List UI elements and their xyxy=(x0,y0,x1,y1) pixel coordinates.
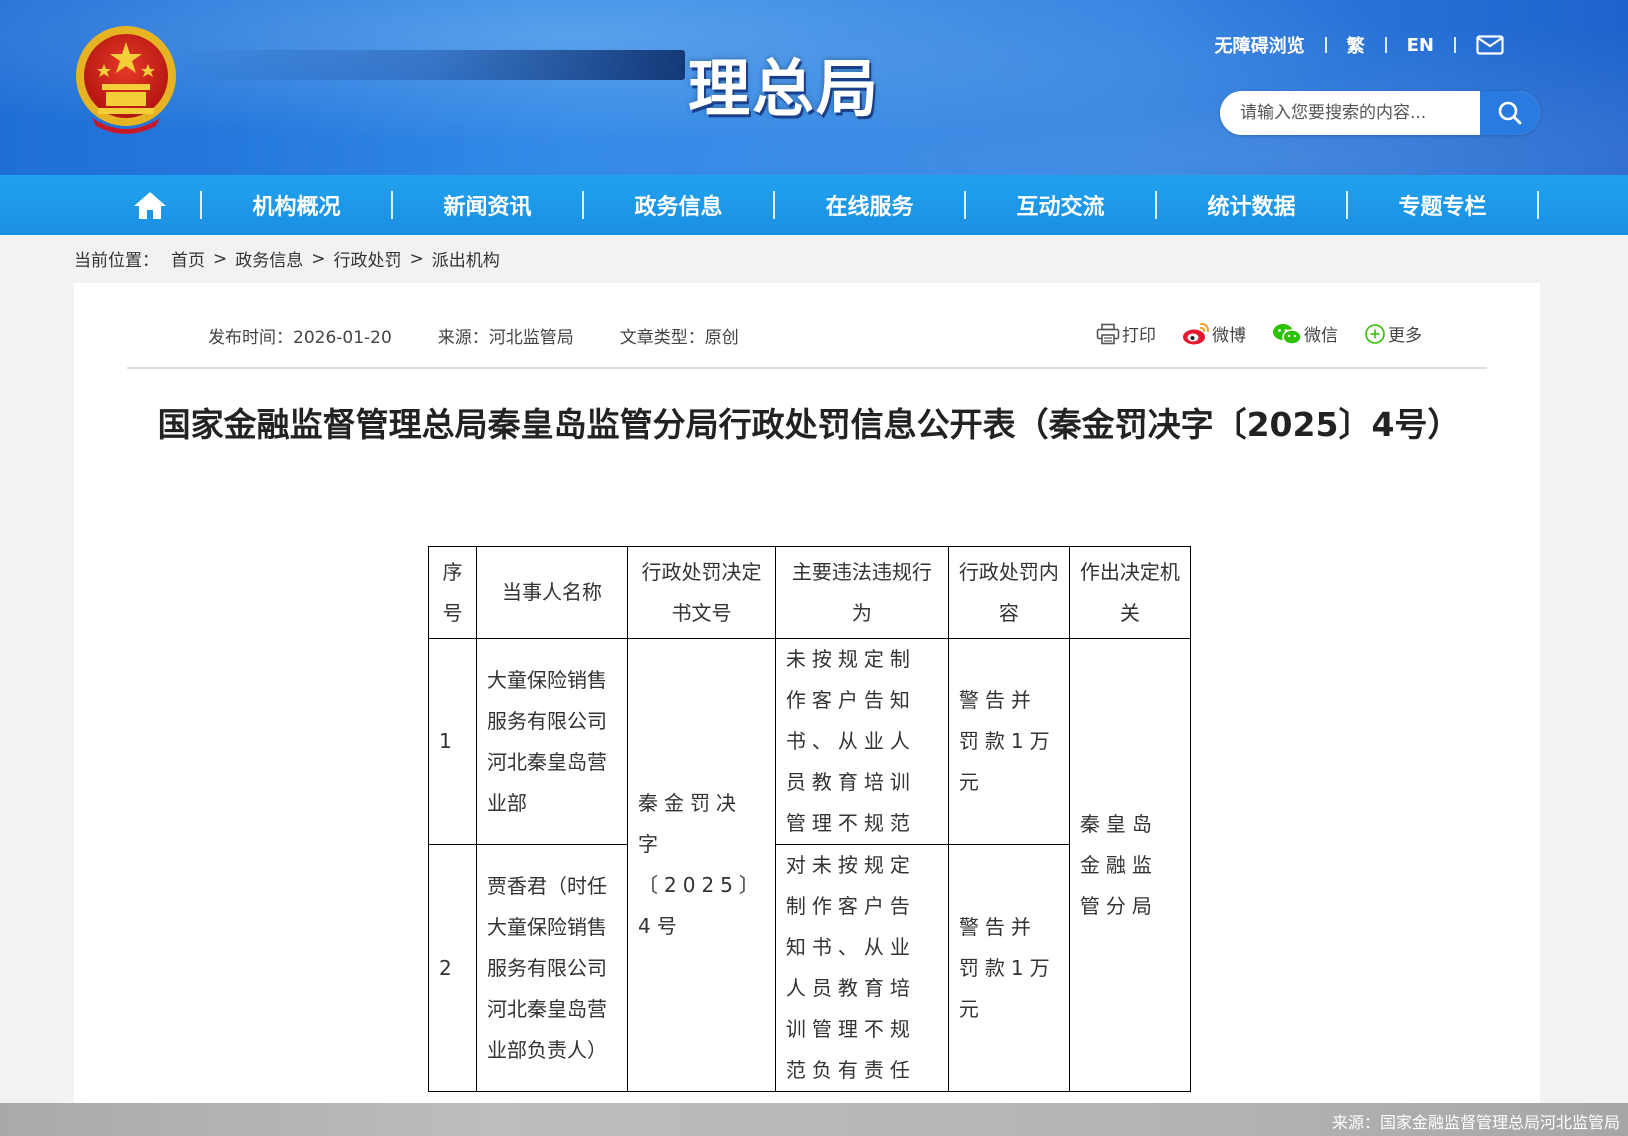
article-title: 国家金融监督管理总局秦皇岛监管分局行政处罚信息公开表（秦金罚决字〔2025〕4号… xyxy=(157,405,1461,444)
row-party-name: 贾香君（时任大童保险销售服务有限公司河北秦皇岛营业部负责人） xyxy=(476,844,628,1092)
table-header-row: 序号 当事人名称 行政处罚决定书文号 主要违法违规行为 行政处罚内容 作出决定机… xyxy=(428,546,1191,639)
national-emblem-icon[interactable] xyxy=(72,22,180,134)
print-label: 打印 xyxy=(1122,326,1156,346)
article-source: 来源：河北监管局 xyxy=(437,328,574,348)
penalty-info-table: 序号 当事人名称 行政处罚决定书文号 主要违法违规行为 行政处罚内容 作出决定机… xyxy=(428,546,1191,1092)
breadcrumb-arrow: > xyxy=(213,248,228,269)
article-type: 文章类型：原创 xyxy=(619,328,739,348)
traditional-chinese-link[interactable]: 繁 xyxy=(1327,32,1385,58)
row-violation: 对未按规定制作客户告知书、从业人员教育培训管理不规范负有责任 xyxy=(774,844,949,1092)
row-seq: 1 xyxy=(428,638,477,845)
more-share-button[interactable]: 更多 xyxy=(1364,321,1422,346)
article-meta: 发布时间：2026-01-20 来源：河北监管局 文章类型：原创 xyxy=(208,323,785,348)
header-authority: 作出决定机关 xyxy=(1068,546,1191,639)
nav-item-government-info[interactable]: 政务信息 xyxy=(584,189,773,221)
nav-item-news[interactable]: 新闻资讯 xyxy=(393,189,582,221)
english-link[interactable]: EN xyxy=(1387,35,1454,56)
weibo-label: 微博 xyxy=(1212,326,1246,346)
row-penalty: 警告并罚款1万元 xyxy=(947,638,1070,845)
wechat-icon xyxy=(1273,323,1302,345)
breadcrumb: 当前位置： 首页 > 政务信息 > 行政处罚 > 派出机构 xyxy=(74,246,500,272)
search-input[interactable] xyxy=(1220,91,1480,135)
header-seq: 序号 xyxy=(428,546,477,639)
site-header: 理总局 无障碍浏览 繁 EN xyxy=(0,0,1628,175)
row-penalty: 警告并罚款1万元 xyxy=(947,844,1070,1092)
row-party-name: 大童保险销售服务有限公司河北秦皇岛营业部 xyxy=(476,638,628,845)
accessibility-link[interactable]: 无障碍浏览 xyxy=(1195,32,1325,58)
home-icon xyxy=(134,192,166,219)
logo-banner-bar xyxy=(175,50,685,80)
header-violation: 主要违法违规行为 xyxy=(774,546,949,639)
meta-divider xyxy=(127,367,1487,369)
footer-source: 来源：国家金融监督管理总局河北监管局 xyxy=(1331,1113,1620,1132)
article-container: 发布时间：2026-01-20 来源：河北监管局 文章类型：原创 打印 微博 微… xyxy=(74,283,1540,1103)
breadcrumb-government-info[interactable]: 政务信息 xyxy=(235,246,303,271)
mail-icon[interactable] xyxy=(1456,35,1504,55)
weibo-share-button[interactable]: 微博 xyxy=(1182,321,1246,346)
printer-icon xyxy=(1096,323,1120,344)
breadcrumb-lead: 当前位置： xyxy=(74,251,159,271)
nav-item-statistics[interactable]: 统计数据 xyxy=(1157,189,1346,221)
breadcrumb-arrow: > xyxy=(311,248,326,269)
row-violation: 未按规定制作客户告知书、从业人员教育培训管理不规范 xyxy=(774,638,949,845)
footer-source-bar: 来源：国家金融监督管理总局河北监管局 xyxy=(0,1103,1628,1136)
authority-cell: 秦皇岛金融监管分局 xyxy=(1068,638,1191,1092)
breadcrumb-arrow: > xyxy=(409,248,424,269)
table-row: 1 大童保险销售服务有限公司河北秦皇岛营业部 秦金罚决字〔2025〕4号 未按规… xyxy=(428,638,1191,1092)
breadcrumb-branch-offices[interactable]: 派出机构 xyxy=(432,246,500,271)
nav-item-interaction[interactable]: 互动交流 xyxy=(966,189,1155,221)
row-seq: 2 xyxy=(428,844,477,1092)
plus-circle-icon xyxy=(1365,323,1385,344)
top-utility-links: 无障碍浏览 繁 EN xyxy=(1195,32,1504,58)
weibo-icon xyxy=(1183,322,1209,344)
main-nav: 机构概况 新闻资讯 政务信息 在线服务 互动交流 统计数据 专题专栏 xyxy=(0,175,1628,235)
nav-home[interactable] xyxy=(100,190,200,220)
more-label: 更多 xyxy=(1388,326,1422,346)
header-party-name: 当事人名称 xyxy=(476,546,628,639)
header-decision-number: 行政处罚决定书文号 xyxy=(627,546,776,639)
breadcrumb-administrative-penalty[interactable]: 行政处罚 xyxy=(334,246,402,271)
header-penalty: 行政处罚内容 xyxy=(947,546,1070,639)
search-button[interactable] xyxy=(1480,91,1540,135)
share-tools: 打印 微博 微信 更多 xyxy=(1070,321,1422,346)
search-box xyxy=(1220,91,1540,135)
site-logo-text[interactable]: 理总局 xyxy=(688,38,880,128)
breadcrumb-home[interactable]: 首页 xyxy=(171,246,205,271)
print-button[interactable]: 打印 xyxy=(1096,321,1156,346)
decision-number-cell: 秦金罚决字〔2025〕4号 xyxy=(627,638,776,1092)
nav-item-online-services[interactable]: 在线服务 xyxy=(775,189,964,221)
search-icon xyxy=(1498,101,1522,125)
nav-item-institution[interactable]: 机构概况 xyxy=(202,189,391,221)
wechat-label: 微信 xyxy=(1304,326,1338,346)
nav-item-special-topics[interactable]: 专题专栏 xyxy=(1348,189,1537,221)
publish-time: 发布时间：2026-01-20 xyxy=(208,328,392,348)
wechat-share-button[interactable]: 微信 xyxy=(1272,321,1338,346)
